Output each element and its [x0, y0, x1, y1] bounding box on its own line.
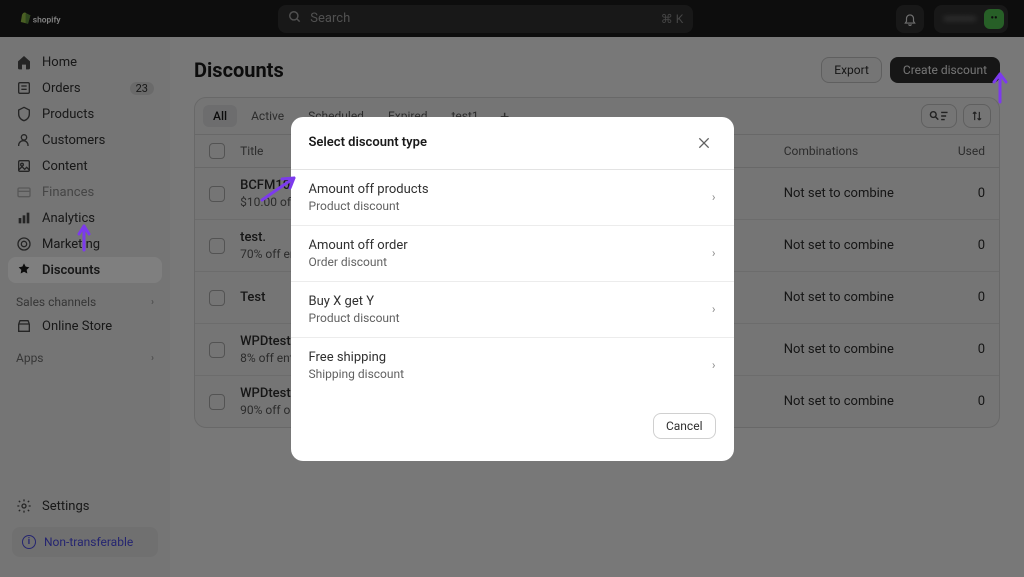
- chevron-right-icon: ›: [712, 190, 716, 204]
- cancel-button[interactable]: Cancel: [653, 413, 716, 439]
- discount-type-option[interactable]: Amount off order Order discount ›: [291, 226, 734, 282]
- option-title: Amount off products: [309, 182, 429, 197]
- option-title: Amount off order: [309, 238, 408, 253]
- option-subtitle: Order discount: [309, 255, 408, 269]
- modal-overlay[interactable]: Select discount type Amount off products…: [0, 0, 1024, 577]
- option-title: Free shipping: [309, 350, 405, 365]
- discount-type-option[interactable]: Free shipping Shipping discount ›: [291, 338, 734, 393]
- option-subtitle: Product discount: [309, 311, 400, 325]
- option-title: Buy X get Y: [309, 294, 400, 309]
- discount-type-modal: Select discount type Amount off products…: [291, 117, 734, 461]
- chevron-right-icon: ›: [712, 246, 716, 260]
- option-subtitle: Shipping discount: [309, 367, 405, 381]
- option-subtitle: Product discount: [309, 199, 429, 213]
- modal-title: Select discount type: [309, 135, 427, 150]
- chevron-right-icon: ›: [712, 358, 716, 372]
- discount-type-option[interactable]: Amount off products Product discount ›: [291, 170, 734, 226]
- close-button[interactable]: [692, 131, 716, 155]
- chevron-right-icon: ›: [712, 302, 716, 316]
- discount-type-option[interactable]: Buy X get Y Product discount ›: [291, 282, 734, 338]
